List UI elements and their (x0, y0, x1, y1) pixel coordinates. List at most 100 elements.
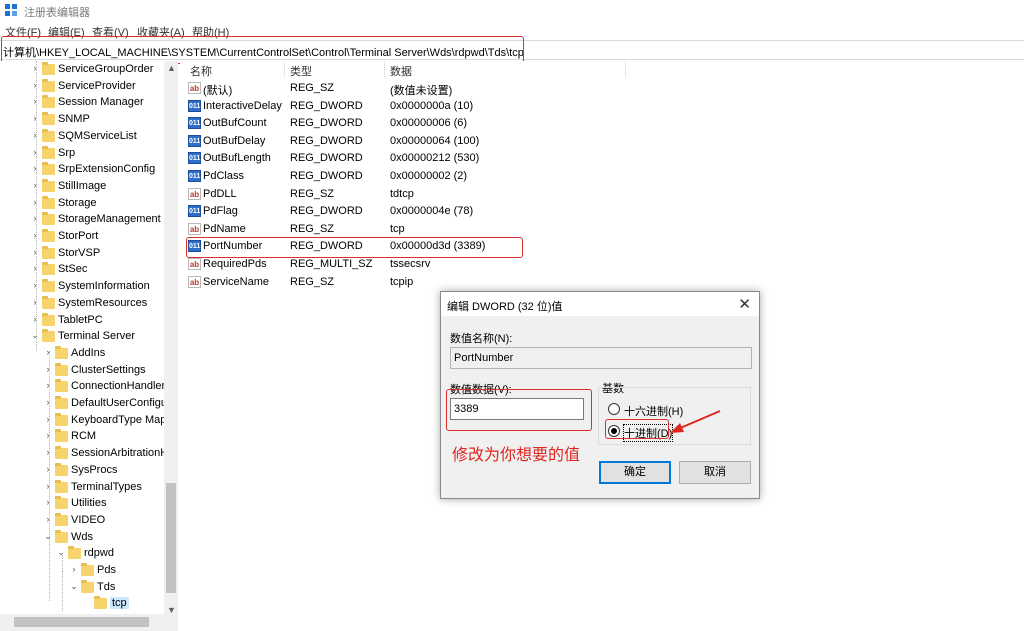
chevron-right-icon[interactable]: › (30, 297, 40, 307)
tree-node[interactable]: › SrpExtensionConfig (0, 162, 177, 178)
chevron-right-icon[interactable]: › (30, 263, 40, 273)
tree-node[interactable]: › StorVSP (0, 245, 177, 262)
tree-node[interactable]: › Session Manager (0, 95, 177, 111)
chevron-right-icon[interactable]: › (43, 514, 53, 524)
tree-node[interactable]: ⌄ Wds (0, 529, 177, 546)
tree-node-label[interactable]: Wds (71, 531, 93, 543)
tree-node-label[interactable]: SQMServiceList (58, 130, 137, 142)
chevron-right-icon[interactable]: › (43, 347, 53, 357)
chevron-down-icon[interactable]: ⌄ (56, 547, 66, 558)
tree-node[interactable]: › StSec (0, 262, 177, 278)
tree-node[interactable]: › DefaultUserConfigu (0, 396, 177, 412)
registry-value-row[interactable]: ab (默认) REG_SZ (数值未设置) (180, 80, 780, 97)
tree-node-label[interactable]: Tds (97, 581, 115, 593)
tree-node[interactable]: › ServiceGroupOrder (0, 62, 177, 78)
scroll-thumb[interactable] (166, 483, 176, 593)
chevron-right-icon[interactable]: › (30, 280, 40, 290)
chevron-right-icon[interactable]: › (43, 364, 53, 374)
tree-node-label[interactable]: StorageManagement (58, 213, 161, 225)
tree-node[interactable]: › StorPort (0, 229, 177, 245)
chevron-down-icon[interactable]: ⌄ (30, 330, 40, 341)
tree-node-label[interactable]: SysProcs (71, 464, 117, 476)
chevron-right-icon[interactable]: › (30, 180, 40, 190)
chevron-right-icon[interactable]: › (30, 314, 40, 324)
tree-node[interactable]: › SysProcs (0, 462, 177, 479)
tree-node[interactable]: › Srp (0, 145, 177, 162)
column-type-header[interactable]: 类型 (290, 63, 312, 79)
tree-node-label[interactable]: ClusterSettings (71, 364, 146, 376)
tree-node[interactable]: tcp (0, 596, 177, 612)
tree-node[interactable]: › Storage (0, 195, 177, 212)
chevron-down-icon[interactable]: ⌄ (69, 581, 79, 592)
tree-node-label[interactable]: StorVSP (58, 247, 100, 259)
tree-node-label[interactable]: VIDEO (71, 514, 105, 526)
chevron-right-icon[interactable]: › (30, 247, 40, 257)
tree-node[interactable]: › ConnectionHandler (0, 379, 177, 395)
tree-node-label[interactable]: TabletPC (58, 314, 103, 326)
tree-node-label[interactable]: Pds (97, 564, 116, 576)
tree-horizontal-scrollbar[interactable] (0, 614, 178, 631)
tree-node[interactable]: › RCM (0, 429, 177, 445)
tree-node[interactable]: › TerminalTypes (0, 479, 177, 496)
chevron-right-icon[interactable]: › (43, 464, 53, 474)
registry-value-row[interactable]: ab ServiceName REG_SZ tcpip (180, 274, 780, 291)
column-separator[interactable] (384, 61, 385, 77)
tree-node[interactable]: › StorageManagement (0, 212, 177, 228)
tree-node[interactable]: › SessionArbitrationH (0, 446, 177, 462)
column-name-header[interactable]: 名称 (190, 63, 212, 79)
tree-node-label[interactable]: SrpExtensionConfig (58, 163, 155, 175)
tree-node[interactable]: › SystemInformation (0, 279, 177, 295)
tree-node-label[interactable]: SystemResources (58, 297, 147, 309)
tree-node[interactable]: › TabletPC (0, 312, 177, 329)
tree-node-label[interactable]: Terminal Server (58, 330, 135, 342)
registry-value-row[interactable]: 011 OutBufCount REG_DWORD 0x00000006 (6) (180, 115, 780, 132)
chevron-right-icon[interactable]: › (30, 63, 40, 73)
tree-node[interactable]: › SystemResources (0, 295, 177, 312)
chevron-right-icon[interactable]: › (43, 397, 53, 407)
tree-node-label[interactable]: ServiceProvider (58, 80, 136, 92)
chevron-right-icon[interactable]: › (43, 481, 53, 491)
registry-value-row[interactable]: 011 PdClass REG_DWORD 0x00000002 (2) (180, 168, 780, 185)
registry-value-row[interactable]: 011 OutBufLength REG_DWORD 0x00000212 (530) (180, 150, 780, 167)
tree-node-label[interactable]: rdpwd (84, 547, 114, 559)
tree-node-label[interactable]: KeyboardType Map (71, 414, 166, 426)
chevron-right-icon[interactable]: › (69, 564, 79, 574)
tree-node-label[interactable]: SystemInformation (58, 280, 150, 292)
column-separator[interactable] (625, 61, 626, 77)
tree-node-label[interactable]: TerminalTypes (71, 481, 142, 493)
tree-node[interactable]: › StillImage (0, 178, 177, 195)
tree-node-label[interactable]: ServiceGroupOrder (58, 63, 153, 75)
chevron-right-icon[interactable]: › (30, 113, 40, 123)
tree-vertical-scrollbar[interactable]: ▲ ▼ (164, 61, 178, 619)
tree-node-label[interactable]: ConnectionHandler (71, 380, 165, 392)
chevron-right-icon[interactable]: › (43, 414, 53, 424)
tree-node-label[interactable]: StillImage (58, 180, 106, 192)
close-icon[interactable]: ✕ (738, 295, 751, 313)
tree-node-label[interactable]: AddIns (71, 347, 105, 359)
tree-node[interactable]: › KeyboardType Map (0, 412, 177, 429)
registry-value-row[interactable]: ab PdName REG_SZ tcp (180, 221, 780, 238)
tree-node[interactable]: › VIDEO (0, 512, 177, 529)
tree-node-label[interactable]: Session Manager (58, 96, 144, 108)
tree-node[interactable]: ⌄ Tds (0, 579, 177, 596)
chevron-right-icon[interactable]: › (30, 213, 40, 223)
scroll-up-icon[interactable]: ▲ (167, 63, 176, 73)
chevron-right-icon[interactable]: › (30, 80, 40, 90)
chevron-right-icon[interactable]: › (30, 147, 40, 157)
chevron-right-icon[interactable]: › (43, 430, 53, 440)
tree-node[interactable]: ⌄ rdpwd (0, 546, 177, 562)
chevron-right-icon[interactable]: › (30, 96, 40, 106)
hscroll-thumb[interactable] (14, 617, 149, 627)
tree-node[interactable]: › AddIns (0, 345, 177, 362)
column-data-header[interactable]: 数据 (390, 63, 412, 79)
registry-value-row[interactable]: ab PdDLL REG_SZ tdtcp (180, 186, 780, 203)
radio-hex-circle[interactable] (608, 403, 620, 415)
registry-tree[interactable]: › ServiceGroupOrder › ServiceProvider › Sessi… (0, 61, 178, 619)
tree-node-label[interactable]: RCM (71, 430, 96, 442)
chevron-right-icon[interactable]: › (43, 497, 53, 507)
registry-value-row[interactable]: 011 OutBufDelay REG_DWORD 0x00000064 (100) (180, 133, 780, 150)
tree-node[interactable]: › Utilities (0, 496, 177, 512)
tree-node-label[interactable]: SNMP (58, 113, 90, 125)
chevron-right-icon[interactable]: › (43, 447, 53, 457)
chevron-down-icon[interactable]: ⌄ (43, 531, 53, 542)
